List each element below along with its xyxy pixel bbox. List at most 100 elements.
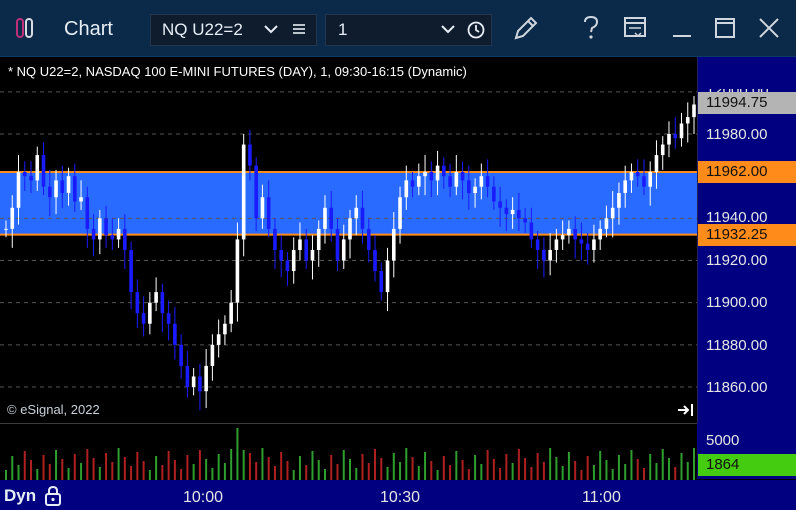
candle-body — [492, 186, 496, 202]
candle-body — [554, 239, 559, 250]
candle-body — [154, 292, 158, 303]
upper-line-tag[interactable]: 11962.00 — [698, 161, 796, 183]
candle-body — [179, 344, 183, 366]
volume-bar — [580, 470, 583, 480]
volume-bar — [342, 450, 345, 480]
volume-bar — [336, 464, 339, 480]
candle-body — [560, 235, 565, 240]
dynamic-mode-label[interactable]: Dyn — [4, 486, 36, 506]
volume-bar — [555, 457, 558, 480]
maximize-icon[interactable] — [709, 12, 741, 44]
volume-bar — [436, 470, 439, 480]
candle-body — [110, 235, 115, 240]
volume-bar — [142, 461, 145, 480]
time-tick: 10:00 — [183, 489, 224, 506]
pencil-icon[interactable] — [510, 12, 542, 44]
volume-bar — [361, 454, 364, 480]
volume-bar — [467, 469, 470, 480]
candle-body — [98, 218, 102, 240]
clock-icon[interactable] — [466, 20, 486, 40]
candle-body — [266, 197, 271, 229]
volume-bar — [198, 450, 201, 480]
volume-bar — [693, 448, 695, 480]
volume-bar — [311, 451, 314, 480]
volume-bar — [111, 462, 114, 480]
candle-body — [216, 334, 221, 345]
volume-bar — [392, 453, 395, 480]
volume-bar — [280, 452, 283, 480]
price-chart[interactable] — [0, 57, 697, 420]
volume-bar — [667, 458, 670, 480]
volume-bar — [161, 465, 164, 480]
close-icon[interactable] — [753, 12, 785, 44]
candle-body — [529, 222, 534, 240]
chevron-down-icon[interactable] — [263, 22, 279, 36]
candle-body — [498, 201, 502, 208]
volume-bars-svg — [5, 428, 695, 480]
volume-bar — [599, 451, 602, 480]
price-tick: 11980.00 — [706, 126, 768, 143]
symbol-selector[interactable]: NQ U22=2 — [150, 14, 317, 46]
candle-body — [304, 239, 309, 261]
candle-body — [173, 323, 177, 345]
volume-pane[interactable] — [0, 423, 697, 480]
volume-bar — [405, 448, 408, 480]
candle-body — [442, 165, 446, 177]
candle-body — [35, 155, 40, 181]
volume-bar — [474, 455, 477, 480]
candle-body — [685, 117, 690, 124]
candle-body — [379, 271, 384, 293]
copyright-text: © eSignal, 2022 — [7, 402, 100, 417]
help-icon[interactable] — [575, 12, 607, 44]
lower-line-tag[interactable]: 11932.25 — [698, 224, 796, 246]
candle-body — [29, 176, 33, 181]
candle-body — [679, 123, 684, 139]
volume-bar — [292, 470, 295, 480]
interval-selector[interactable]: 1 — [325, 14, 492, 46]
candle-body — [254, 165, 258, 219]
volume-bar — [267, 457, 270, 480]
volume-bar — [611, 469, 614, 480]
candle-body — [85, 197, 90, 229]
volume-bar — [574, 461, 577, 480]
volume-bar — [255, 462, 258, 480]
volume-bar — [23, 451, 26, 480]
volume-bar — [442, 456, 445, 480]
volume-bar — [92, 458, 95, 480]
candle-body — [223, 323, 227, 335]
candle-body — [47, 186, 52, 198]
candle-body — [123, 228, 127, 250]
volume-bar — [73, 454, 76, 480]
volume-bar — [148, 470, 151, 480]
window-layout-icon[interactable] — [619, 12, 651, 44]
candle-body — [316, 228, 321, 250]
menu-icon[interactable] — [292, 22, 306, 36]
candle-body — [423, 171, 427, 177]
go-to-latest-icon[interactable] — [677, 403, 695, 417]
volume-tick: 5000 — [706, 432, 740, 449]
candle-body — [573, 228, 577, 240]
lock-icon[interactable] — [43, 485, 63, 507]
chevron-down-icon[interactable] — [440, 22, 456, 36]
volume-bar — [205, 459, 208, 480]
candle-body — [73, 176, 77, 202]
candle-body — [310, 249, 315, 261]
candle-body — [385, 260, 390, 293]
candle-body — [629, 171, 634, 181]
volume-bar — [167, 451, 170, 480]
volume-bar — [286, 461, 289, 480]
volume-bar — [567, 452, 570, 480]
candle-body — [579, 239, 584, 244]
candle-body — [429, 171, 434, 181]
candle-body — [198, 376, 202, 392]
volume-bar — [561, 466, 564, 480]
minimize-icon[interactable] — [666, 12, 698, 44]
volume-bar — [649, 454, 652, 480]
volume-bar — [542, 462, 545, 480]
volume-bar — [674, 467, 677, 480]
candle-body — [585, 243, 590, 250]
volume-bar — [492, 459, 495, 480]
volume-bar — [242, 450, 245, 480]
time-tick: 11:00 — [582, 489, 621, 506]
candle-body — [617, 193, 621, 208]
